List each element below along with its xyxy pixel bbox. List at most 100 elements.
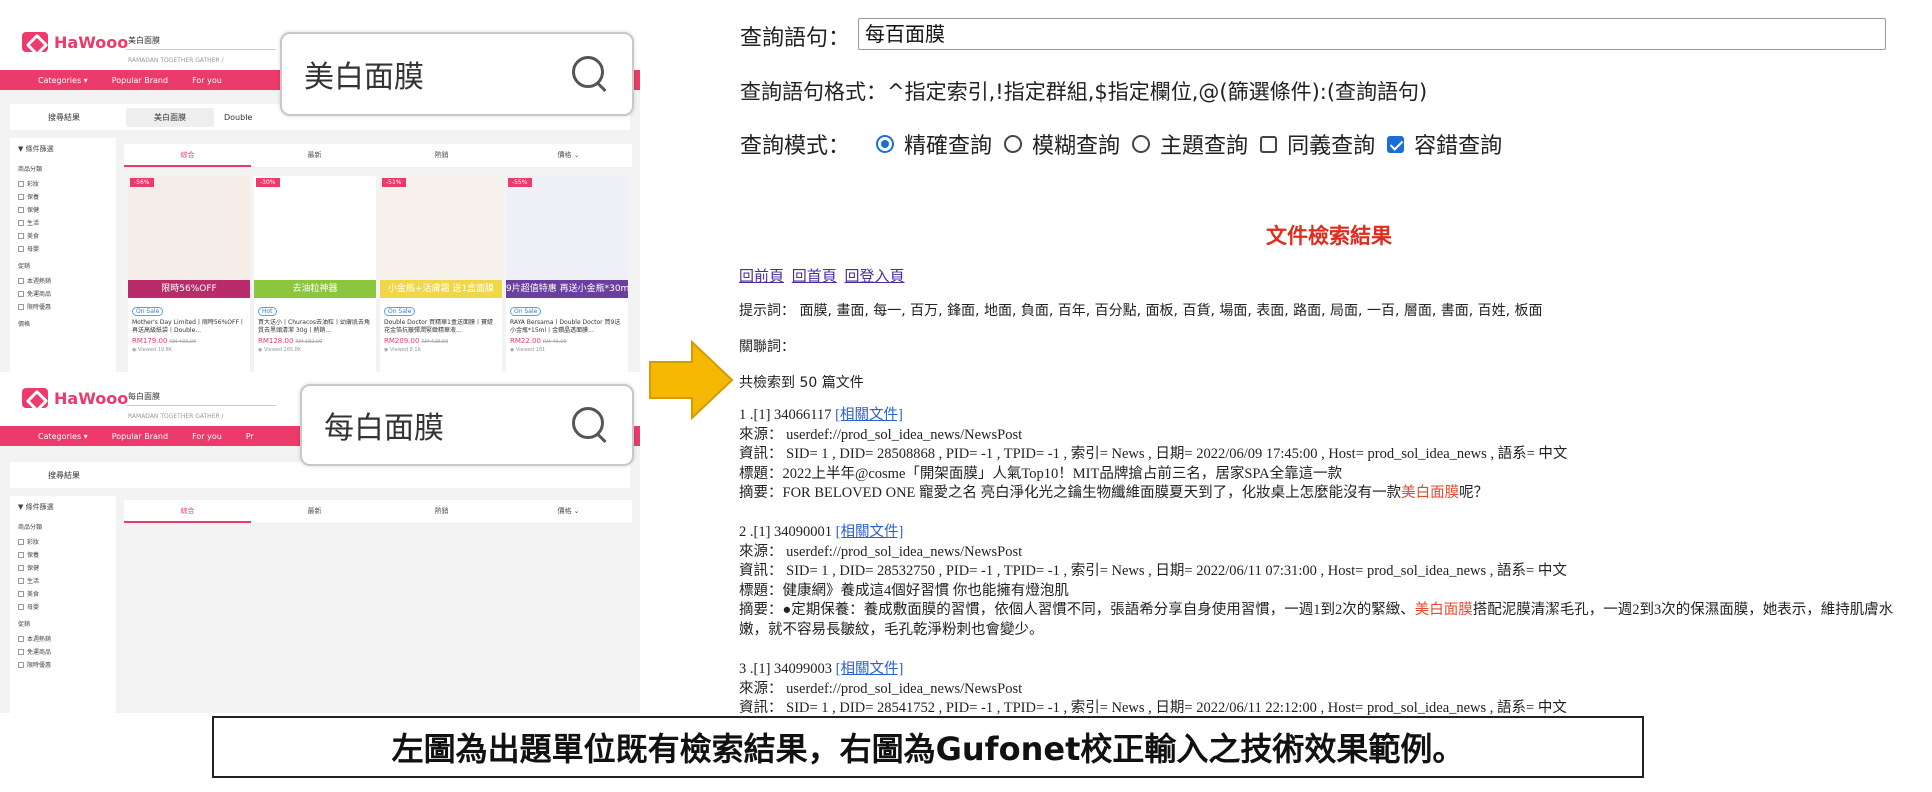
- filter-section-title: 商品分類: [18, 524, 43, 531]
- page-nav-links: 回前頁 回首頁 回登入頁: [739, 265, 909, 286]
- synonym-query-label[interactable]: 同義查詢: [1287, 128, 1375, 160]
- related-doc-link[interactable]: [相關文件]: [836, 524, 904, 540]
- keyword-chip[interactable]: 美白面膜: [126, 107, 214, 127]
- search-icon: [570, 405, 610, 445]
- nav-for-you[interactable]: For you: [192, 76, 222, 85]
- fault-tolerant-query-label[interactable]: 容錯查詢: [1414, 128, 1502, 160]
- view-count: ◉ Viewed 265.8K: [258, 347, 302, 353]
- filter-option[interactable]: 免運商品: [18, 647, 108, 656]
- fuzzy-query-label[interactable]: 模糊查詢: [1032, 128, 1120, 160]
- sort-price[interactable]: 價格 ⌄: [505, 500, 632, 523]
- product-price: RM22.00 RM 49.00: [510, 337, 567, 345]
- topic-query-radio[interactable]: [1132, 135, 1151, 153]
- sort-newest[interactable]: 最新: [251, 144, 378, 167]
- result-item: 2 .[1] 34090001 [相關文件] 來源： userdef://pro…: [739, 523, 1919, 640]
- filter-section-title: 價格: [18, 321, 31, 328]
- shop-search-input[interactable]: 每白面膜: [126, 390, 276, 406]
- filter-option[interactable]: 美食: [18, 231, 108, 240]
- exact-query-label[interactable]: 精確查詢: [904, 128, 992, 160]
- product-banner: 9片超值特惠 再送小金瓶*30ml: [506, 280, 628, 298]
- product-image[interactable]: -51% 小金瓶+活膚霜 送1盒面膜: [380, 176, 502, 298]
- discount-badge: -30%: [256, 178, 280, 187]
- product-price: RM128.00 RM 182.00: [258, 337, 323, 345]
- fault-tolerant-query-checkbox[interactable]: [1387, 135, 1405, 153]
- home-link[interactable]: 回首頁: [792, 269, 837, 285]
- filter-option[interactable]: 母嬰: [18, 602, 108, 611]
- product-card[interactable]: -56% 限時56%OFF On Sale Mother's Day Limited丨…: [128, 176, 250, 372]
- status-tag: On Sale: [384, 307, 416, 316]
- synonym-query-checkbox[interactable]: [1260, 135, 1278, 153]
- filter-option[interactable]: 彩妝: [18, 179, 108, 188]
- product-banner: 小金瓶+活膚霜 送1盒面膜: [380, 280, 502, 298]
- filter-option[interactable]: 限時優惠: [18, 302, 108, 311]
- hawooo-logo-icon: [22, 32, 48, 52]
- breadcrumb: RAMADAN TOGETHER GATHER /: [128, 57, 224, 64]
- discount-badge: -51%: [382, 178, 406, 187]
- sort-price[interactable]: 價格 ⌄: [505, 144, 632, 167]
- login-link[interactable]: 回登入頁: [845, 269, 905, 285]
- product-card[interactable]: -51% 小金瓶+活膚霜 送1盒面膜 On Sale Double Doctor 買精…: [380, 176, 502, 372]
- result-source: 來源： userdef://prod_sol_idea_news/NewsPos…: [739, 543, 1023, 560]
- filter-option[interactable]: 本週熱銷: [18, 634, 108, 643]
- product-image[interactable]: -55% 9片超值特惠 再送小金瓶*30ml: [506, 176, 628, 298]
- related-words: 關聯詞：: [739, 339, 795, 355]
- keyword-chip[interactable]: Double: [224, 113, 252, 122]
- result-abstract: 摘要：●定期保養：養成敷面膜的習慣，依個人習慣不同，張語希分享自身使用習慣，一週…: [739, 602, 1894, 638]
- nav-promo[interactable]: Pr: [246, 432, 254, 441]
- filter-option[interactable]: 美食: [18, 589, 108, 598]
- sort-hot[interactable]: 熱銷: [378, 144, 505, 167]
- filter-option[interactable]: 保健: [18, 563, 108, 572]
- filter-option[interactable]: 彩妝: [18, 537, 108, 546]
- nav-for-you[interactable]: For you: [192, 432, 222, 441]
- product-name[interactable]: Mother's Day Limited丨限時56%OFF丨再送高級紙袋丨Dou…: [128, 319, 250, 335]
- product-name[interactable]: 買大送小丨Churacos去油粒丨幼膚肌去角質去黑頭清潔 30g丨熱銷...: [254, 319, 376, 335]
- exact-query-radio[interactable]: [876, 135, 895, 153]
- hawooo-logo[interactable]: HaWooo: [22, 388, 128, 408]
- product-image[interactable]: -56% 限時56%OFF: [128, 176, 250, 298]
- filter-panel: ▼ 條件篩選 商品分類 彩妝 保養 保健 生活 美食 母嬰 促銷 本週熱銷 免運…: [10, 138, 116, 372]
- product-name[interactable]: Double Doctor 買精華1盒送面膜丨寶緹花金箔抗皺彈潤緊緻精華液...: [380, 319, 502, 335]
- nav-categories[interactable]: Categories ▾: [38, 432, 88, 441]
- hint-words: 提示詞： 面膜, 畫面, 每一, 百万, 鋒面, 地面, 負面, 百年, 百分點…: [739, 303, 1543, 319]
- sort-comprehensive[interactable]: 綜合: [124, 144, 251, 167]
- shop-search-input[interactable]: 美白面膜: [126, 34, 276, 50]
- nav-popular-brand[interactable]: Popular Brand: [112, 76, 168, 85]
- caption-text: 左圖為出題單位既有檢索結果，右圖為Gufonet校正輸入之技術效果範例。: [391, 730, 1465, 768]
- query-input[interactable]: 每百面膜: [858, 18, 1886, 50]
- sort-comprehensive[interactable]: 綜合: [124, 500, 251, 523]
- topic-query-label[interactable]: 主題查詢: [1160, 128, 1248, 160]
- filter-panel: ▼ 條件篩選 商品分類 彩妝 保養 保健 生活 美食 母嬰 促銷 本週熱銷 免運…: [10, 496, 116, 713]
- nav-categories[interactable]: Categories ▾: [38, 76, 88, 85]
- product-card[interactable]: -30% 去油粒神器 Hot 買大送小丨Churacos去油粒丨幼膚肌去角質去黑頭清潔…: [254, 176, 376, 372]
- product-name[interactable]: RAYA Bersama丨Double Doctor 買9送小金瓶*15ml丨金…: [506, 319, 628, 335]
- sort-hot[interactable]: 熱銷: [378, 500, 505, 523]
- right-arrow-icon: [649, 340, 734, 420]
- hawooo-logo[interactable]: HaWooo: [22, 32, 128, 52]
- status-tag: On Sale: [132, 307, 164, 316]
- product-banner: 去油粒神器: [254, 280, 376, 298]
- sort-newest[interactable]: 最新: [251, 500, 378, 523]
- filter-option[interactable]: 保健: [18, 205, 108, 214]
- filter-option[interactable]: 生活: [18, 576, 108, 585]
- product-card[interactable]: -55% 9片超值特惠 再送小金瓶*30ml On Sale RAYA Bersama…: [506, 176, 628, 372]
- back-link[interactable]: 回前頁: [739, 269, 784, 285]
- fuzzy-query-radio[interactable]: [1004, 135, 1023, 153]
- filter-option[interactable]: 生活: [18, 218, 108, 227]
- filter-option[interactable]: 母嬰: [18, 244, 108, 253]
- related-doc-link[interactable]: [相關文件]: [836, 661, 904, 677]
- filter-title: ▼ 條件篩選: [18, 503, 54, 511]
- filter-section-title: 商品分類: [18, 166, 43, 173]
- filter-option[interactable]: 本週熱銷: [18, 276, 108, 285]
- product-image[interactable]: -30% 去油粒神器: [254, 176, 376, 298]
- result-head: 2 .[1] 34090001: [739, 524, 833, 540]
- keyword-highlight: 美白面膜: [1414, 602, 1473, 618]
- filter-option[interactable]: 免運商品: [18, 289, 108, 298]
- related-doc-link[interactable]: [相關文件]: [835, 407, 903, 423]
- result-source: 來源： userdef://prod_sol_idea_news/NewsPos…: [739, 680, 1023, 697]
- filter-option[interactable]: 保養: [18, 550, 108, 559]
- filter-section-title: 促銷: [18, 263, 31, 270]
- filter-option[interactable]: 限時優惠: [18, 660, 108, 669]
- view-count: ◉ Viewed 181: [510, 347, 546, 353]
- filter-option[interactable]: 保養: [18, 192, 108, 201]
- nav-popular-brand[interactable]: Popular Brand: [112, 432, 168, 441]
